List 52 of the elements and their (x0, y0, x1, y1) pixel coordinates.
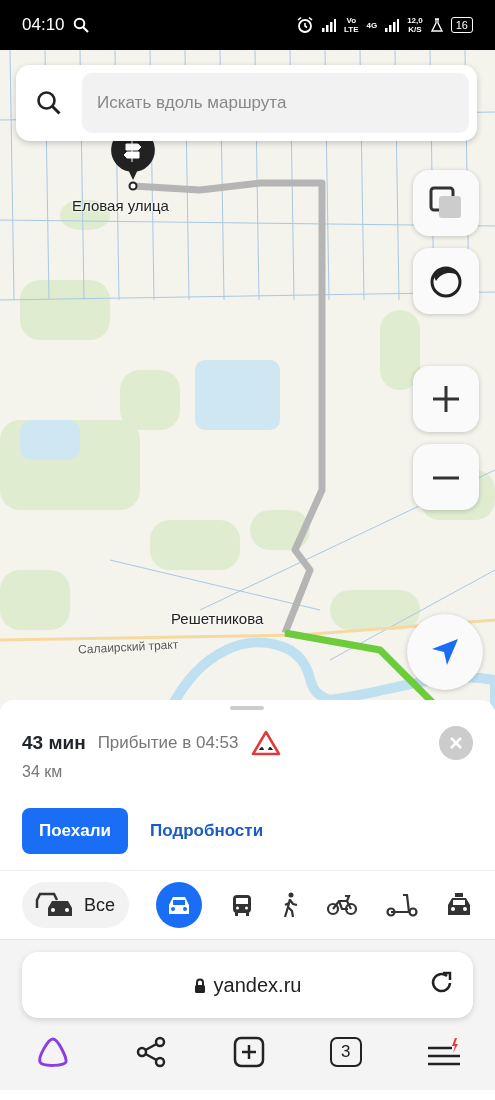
share-icon (135, 1036, 168, 1068)
close-icon (450, 737, 462, 749)
bicycle-icon (326, 894, 359, 916)
map-label: Еловая улица (72, 196, 169, 216)
signal-icon (385, 18, 400, 32)
plus-icon (432, 385, 460, 413)
search-icon (72, 17, 89, 33)
navigation-arrow-icon (430, 637, 460, 667)
menu-button[interactable] (427, 1038, 461, 1066)
sheet-handle[interactable] (230, 706, 264, 710)
lake (20, 420, 80, 460)
taxi-icon (445, 893, 473, 917)
arrival-time: Прибытие в 04:53 (97, 732, 239, 755)
status-time: 04:10 (22, 14, 65, 37)
lock-icon (193, 977, 206, 993)
go-button[interactable]: Поехали (22, 808, 128, 854)
network-speed: 12,0 (407, 16, 423, 25)
signal-icon (322, 18, 336, 32)
network-type: 4G (366, 20, 378, 30)
search-icon (36, 90, 62, 116)
layers-button[interactable] (413, 170, 479, 236)
park-area (0, 570, 70, 630)
route-duration: 43 мин (22, 730, 86, 755)
triangle-icon (36, 1036, 70, 1068)
layers-icon (429, 186, 463, 220)
search-field[interactable]: Искать вдоль маршрута (82, 73, 469, 133)
speed-unit: K/S (407, 25, 423, 34)
url-text: yandex.ru (213, 973, 302, 998)
volte-label: LTE (344, 25, 359, 34)
assistant-button[interactable] (36, 1036, 70, 1068)
new-tab-button[interactable] (232, 1036, 265, 1068)
share-button[interactable] (135, 1036, 168, 1068)
bumpy-road-sign-icon (250, 730, 281, 756)
address-bar[interactable]: yandex.ru (22, 952, 473, 1018)
zoom-in-button[interactable] (413, 366, 479, 432)
scooter-icon (385, 893, 418, 917)
zoom-out-button[interactable] (413, 444, 479, 510)
menu-icon (427, 1038, 461, 1066)
volte-label: Vo (345, 16, 358, 25)
walking-person-icon (281, 892, 299, 918)
details-link[interactable]: Подробности (144, 817, 270, 845)
battery-level: 16 (450, 17, 473, 33)
minus-icon (432, 475, 460, 480)
plus-box-icon (232, 1036, 265, 1068)
map-label: Решетникова (171, 609, 264, 629)
tabs-button[interactable]: 3 (329, 1037, 362, 1067)
flask-icon (430, 18, 443, 32)
alarm-icon (296, 16, 314, 34)
map-mode-button[interactable] (413, 248, 479, 314)
map-label: Салаирский тракт (77, 636, 179, 659)
route-distance: 34 км (22, 762, 64, 782)
transport-mode-tab[interactable]: Все (22, 882, 130, 928)
